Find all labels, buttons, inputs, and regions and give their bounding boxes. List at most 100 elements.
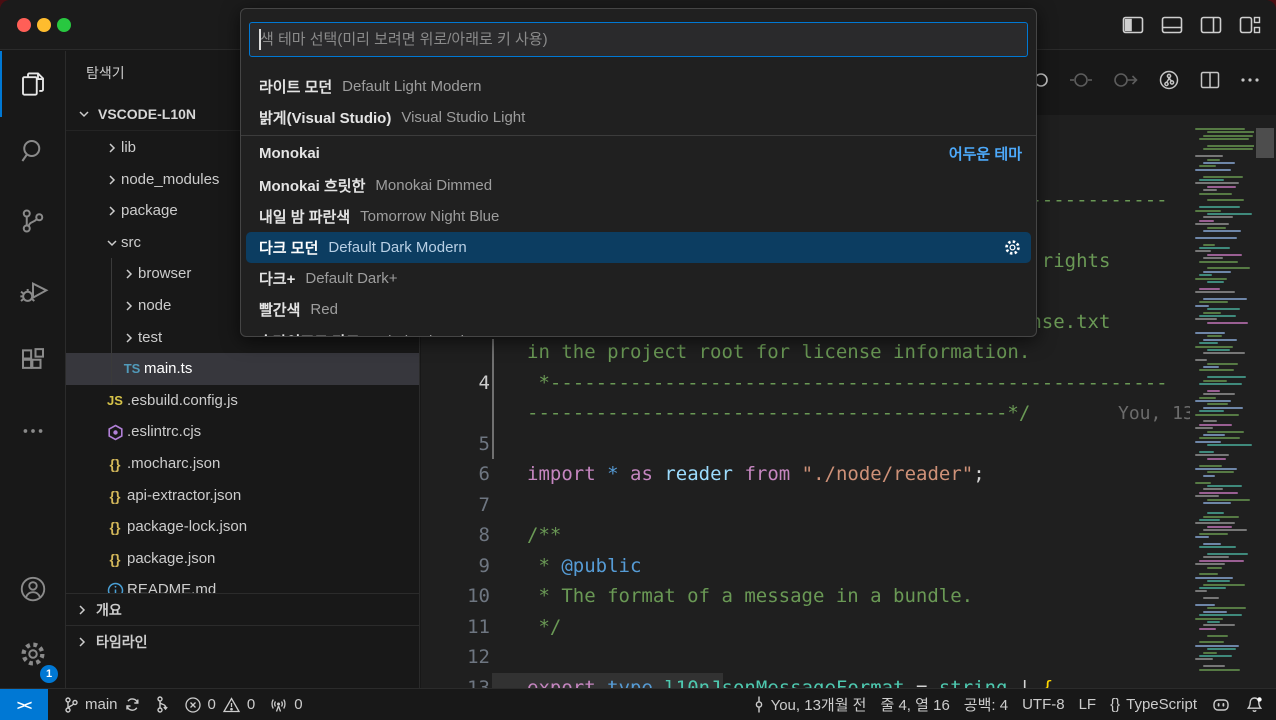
- close-window-button[interactable]: [17, 18, 31, 32]
- ports-item[interactable]: 0: [262, 689, 309, 720]
- code-line: /**: [527, 520, 561, 551]
- run-debug-icon[interactable]: [0, 258, 66, 324]
- minimap-line: [1195, 604, 1215, 606]
- tree-item-package-lock.json[interactable]: {}package-lock.json: [66, 511, 419, 543]
- minimap-line: [1203, 148, 1253, 150]
- source-control-icon[interactable]: [0, 188, 66, 254]
- minimap-line: [1207, 458, 1226, 460]
- minimap-line: [1203, 393, 1235, 395]
- tree-item-api-extractor.json[interactable]: {}api-extractor.json: [66, 480, 419, 512]
- problems-item[interactable]: 0 0: [177, 689, 263, 720]
- notifications-item[interactable]: [1238, 689, 1276, 720]
- minimize-window-button[interactable]: [37, 18, 51, 32]
- toggle-panel-icon[interactable]: [1160, 12, 1184, 38]
- errors-icon: [184, 696, 202, 714]
- minimap-line: [1199, 206, 1240, 208]
- minimap-line: [1207, 499, 1250, 501]
- minimap-line: [1195, 210, 1221, 212]
- minimap-line: [1203, 271, 1231, 273]
- language-mode-item[interactable]: {}TypeScript: [1103, 689, 1204, 720]
- git-branch-item[interactable]: main: [56, 689, 148, 720]
- tree-item-main.ts[interactable]: TSmain.ts: [66, 353, 419, 385]
- theme-option-[interactable]: Monokai어두운 테마: [241, 138, 1036, 169]
- accounts-icon[interactable]: [0, 556, 66, 622]
- minimap-line: [1203, 312, 1221, 314]
- toggle-secondary-sidebar-icon[interactable]: [1199, 12, 1223, 38]
- minimap-line: [1207, 159, 1220, 161]
- minimap-line: [1199, 546, 1236, 548]
- minimap-line: [1195, 250, 1211, 252]
- toggle-primary-sidebar-icon[interactable]: [1121, 12, 1145, 38]
- minimap-line: [1203, 543, 1221, 545]
- line-number: 5: [420, 429, 490, 460]
- commit-info-item[interactable]: You, 13개월 전: [746, 689, 874, 720]
- minimap-line: [1199, 315, 1236, 317]
- minimap-line: [1195, 563, 1225, 565]
- minimap-line: [1207, 335, 1222, 337]
- extensions-icon[interactable]: [0, 328, 66, 394]
- eol-item[interactable]: LF: [1072, 689, 1104, 720]
- tree-item-.esbuild.config.js[interactable]: JS.esbuild.config.js: [66, 385, 419, 417]
- minimap-line: [1203, 230, 1241, 232]
- copilot-item[interactable]: [1204, 689, 1238, 720]
- theme-option-default-dark-modern[interactable]: 다크 모던Default Dark Modern: [246, 232, 1031, 263]
- minimap-line: [1195, 427, 1213, 429]
- scrollbar-slider[interactable]: [1256, 128, 1274, 158]
- eslint-file-icon: [103, 424, 127, 441]
- more-actions-icon[interactable]: [1240, 70, 1260, 90]
- minimap[interactable]: [1190, 115, 1254, 688]
- radio-tower-icon: [269, 696, 288, 714]
- theme-option-default-light-modern[interactable]: 라이트 모던Default Light Modern: [241, 71, 1036, 102]
- minimap-line: [1195, 658, 1213, 660]
- timeline-section-header[interactable]: 타임라인: [66, 625, 419, 657]
- outline-section-header[interactable]: 개요: [66, 593, 419, 625]
- minimap-line: [1207, 403, 1228, 405]
- encoding-item[interactable]: UTF-8: [1015, 689, 1072, 720]
- minimap-line: [1195, 468, 1237, 470]
- editor-scrollbar[interactable]: [1254, 115, 1276, 688]
- tree-item-package.json[interactable]: {}package.json: [66, 543, 419, 575]
- search-icon[interactable]: [0, 118, 66, 184]
- quick-pick-input[interactable]: [249, 22, 1028, 57]
- navigate-position-icon[interactable]: [1070, 70, 1092, 90]
- minimap-line: [1195, 482, 1211, 484]
- customize-layout-icon[interactable]: [1238, 12, 1262, 38]
- remote-indicator[interactable]: ><: [0, 689, 48, 720]
- tree-item-.mocharc.json[interactable]: {}.mocharc.json: [66, 448, 419, 480]
- indentation-item[interactable]: 공백: 4: [957, 689, 1015, 720]
- theme-option-default-dark+[interactable]: 다크+Default Dark+: [241, 263, 1036, 294]
- minimap-line: [1195, 223, 1229, 225]
- minimap-line: [1207, 281, 1224, 283]
- cursor-position-item[interactable]: 줄 4, 열 16: [873, 689, 956, 720]
- theme-option-monokai-dimmed[interactable]: Monokai 흐릿한Monokai Dimmed: [241, 170, 1036, 201]
- additional-views-icon[interactable]: [0, 398, 66, 464]
- minimap-line: [1195, 441, 1221, 443]
- minimap-line: [1195, 278, 1227, 280]
- minimap-line: [1199, 587, 1226, 589]
- timeline-history-icon[interactable]: [1158, 69, 1180, 91]
- minimap-line: [1203, 665, 1225, 667]
- tree-item-.eslintrc.cjs[interactable]: .eslintrc.cjs: [66, 416, 419, 448]
- maximize-window-button[interactable]: [57, 18, 71, 32]
- minimap-line: [1195, 128, 1245, 130]
- configure-gear-icon[interactable]: [1003, 238, 1022, 257]
- explorer-icon[interactable]: [0, 51, 66, 117]
- minimap-line: [1195, 414, 1239, 416]
- split-editor-icon[interactable]: [1200, 70, 1220, 90]
- theme-option-red[interactable]: 빨간색Red: [241, 294, 1036, 325]
- minimap-line: [1199, 614, 1242, 616]
- minimap-line: [1207, 267, 1250, 269]
- minimap-line: [1203, 475, 1215, 477]
- theme-option-tomorrow-night-blue[interactable]: 내일 밤 파란색Tomorrow Night Blue: [241, 201, 1036, 232]
- source-control-graph-item[interactable]: [148, 689, 177, 720]
- chevron-right-icon: [76, 636, 88, 648]
- minimap-line: [1203, 257, 1223, 259]
- navigate-forward-icon[interactable]: [1112, 70, 1138, 90]
- theme-option-visual-studio-light[interactable]: 밝게(Visual Studio)Visual Studio Light: [241, 102, 1036, 133]
- theme-option-solarized-dark[interactable]: 솔라이즈드 다크Solarized Dark: [241, 326, 1036, 338]
- minimap-line: [1195, 182, 1239, 184]
- settings-badge: 1: [40, 665, 58, 683]
- settings-gear-icon[interactable]: 1: [0, 621, 66, 687]
- minimap-line: [1203, 298, 1247, 300]
- minimap-line: [1195, 590, 1207, 592]
